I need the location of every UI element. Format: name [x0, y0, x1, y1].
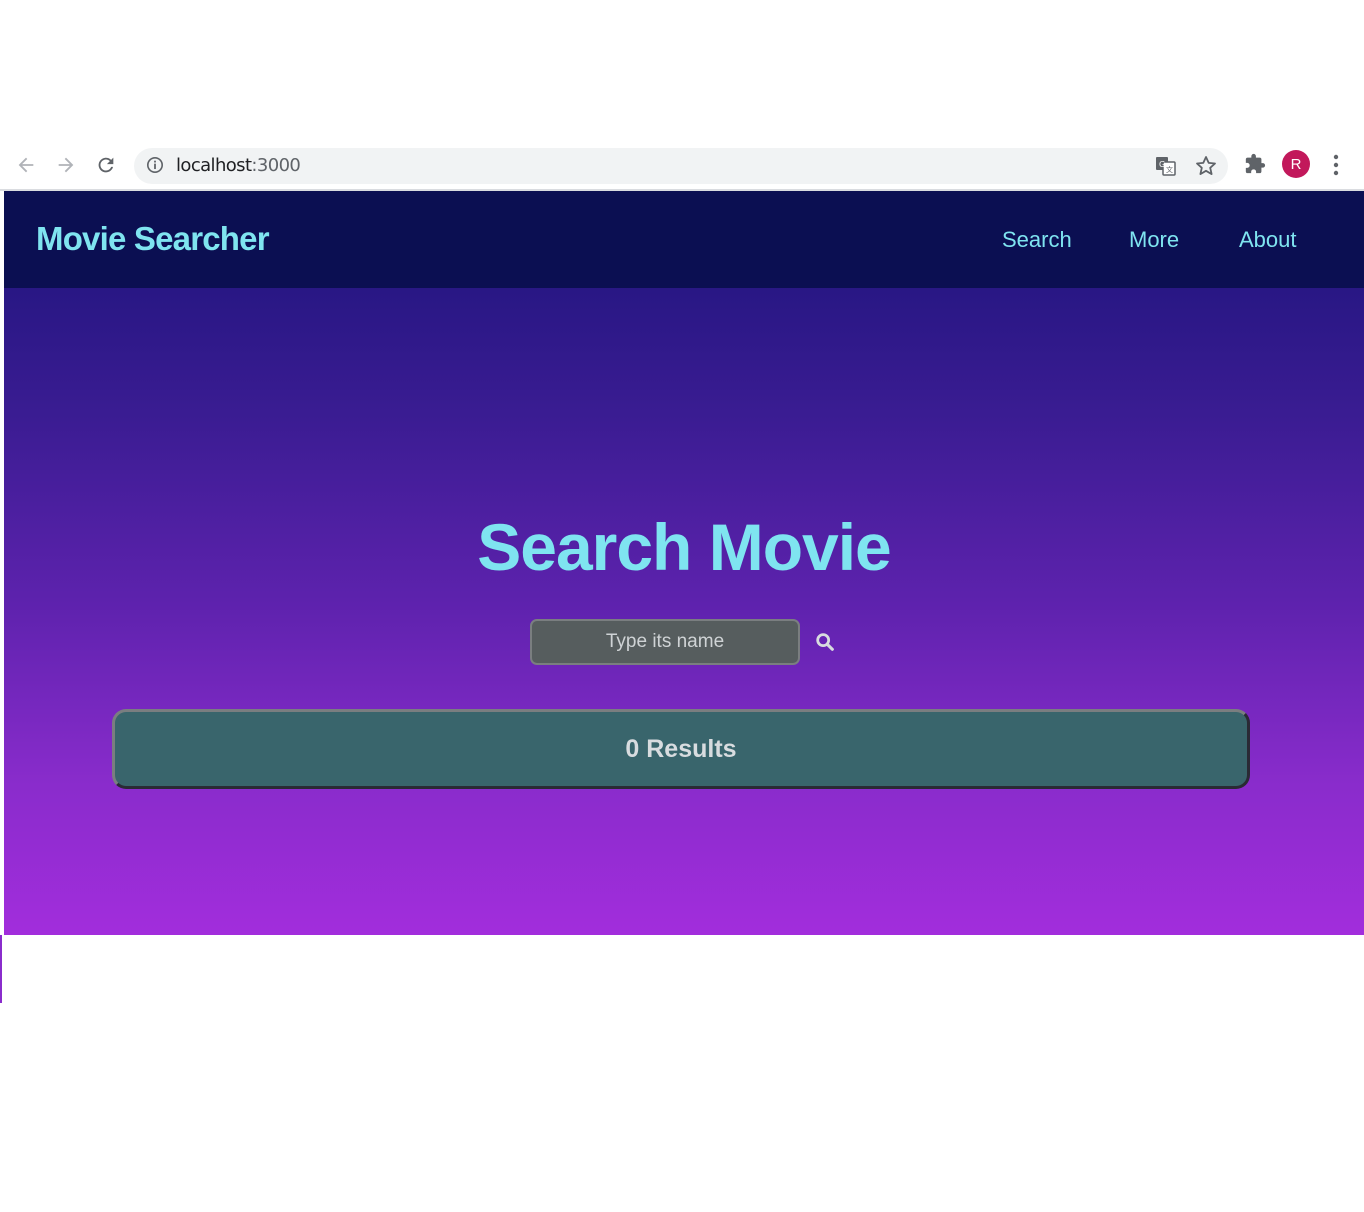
nav-link-about[interactable]: About — [1239, 227, 1297, 253]
site-navbar: Movie Searcher Search More About — [4, 191, 1364, 288]
back-arrow-icon — [18, 157, 34, 173]
info-icon[interactable] — [146, 156, 164, 174]
brand-title[interactable]: Movie Searcher — [36, 220, 270, 258]
page-title: Search Movie — [477, 510, 892, 584]
translate-icon[interactable]: G 文 — [1155, 155, 1177, 177]
address-bar[interactable]: localhost:3000 G 文 — [134, 148, 1228, 184]
star-icon[interactable] — [1194, 154, 1218, 178]
reload-button[interactable] — [94, 153, 118, 177]
forward-arrow-icon — [58, 157, 74, 173]
back-button[interactable] — [14, 153, 38, 177]
url-text: localhost:3000 — [176, 155, 301, 176]
svg-text:文: 文 — [1166, 165, 1173, 174]
search-icon — [816, 633, 834, 651]
profile-avatar[interactable]: R — [1282, 150, 1310, 178]
svg-text:G: G — [1159, 160, 1165, 169]
nav-link-search[interactable]: Search — [1002, 227, 1072, 253]
page-content: Movie Searcher Search More About Search … — [4, 191, 1364, 935]
search-input[interactable] — [530, 619, 800, 665]
nav-link-more[interactable]: More — [1129, 227, 1179, 253]
results-panel: 0 Results — [112, 709, 1250, 789]
browser-toolbar: localhost:3000 G 文 R — [0, 140, 1364, 190]
menu-dots-icon[interactable] — [1326, 153, 1346, 177]
page-edge — [0, 935, 2, 1003]
search-button[interactable] — [812, 629, 838, 655]
reload-icon — [98, 157, 114, 173]
results-count: 0 Results — [625, 734, 737, 763]
forward-button[interactable] — [54, 153, 78, 177]
puzzle-icon[interactable] — [1244, 153, 1266, 175]
